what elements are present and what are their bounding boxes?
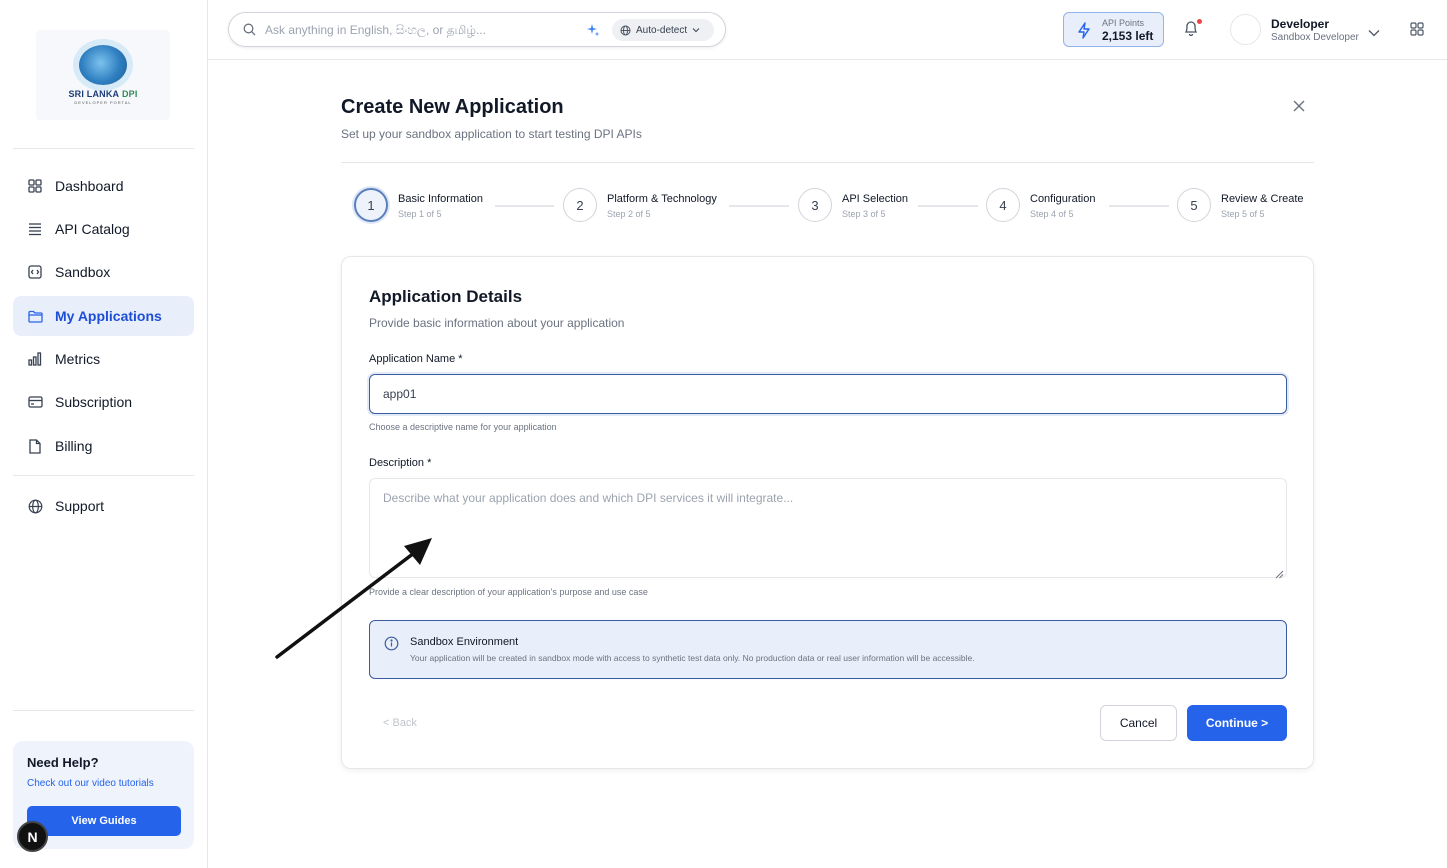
step-connector [495,205,554,207]
continue-button[interactable]: Continue > [1187,705,1287,741]
step-1-title: Basic Information [398,193,483,205]
step-4-sub: Step 4 of 5 [1030,209,1074,219]
page-subtitle: Set up your sandbox application to start… [341,127,642,141]
back-button[interactable]: < Back [383,717,417,729]
sidebar-item-dashboard[interactable]: Dashboard [13,166,194,206]
step-5-circle[interactable]: 5 [1177,188,1211,222]
sidebar-item-label: API Catalog [55,221,130,237]
globe-logo-icon [79,45,127,85]
step-3-sub: Step 3 of 5 [842,209,886,219]
avatar[interactable] [1230,14,1261,45]
sparkle-icon[interactable] [586,23,600,42]
step-2-title: Platform & Technology [607,193,717,205]
view-guides-button[interactable]: View Guides [27,806,181,836]
sidebar-item-label: Dashboard [55,178,124,194]
sidebar-item-label: Metrics [55,351,101,367]
user-role: Sandbox Developer [1271,32,1359,43]
card-subtitle: Provide basic information about your app… [369,316,625,330]
search-bar[interactable]: Auto-detect [228,12,726,47]
application-name-input[interactable] [369,374,1287,414]
description-textarea[interactable] [369,478,1287,578]
sidebar-item-label: Billing [55,438,93,454]
sidebar-item-sandbox[interactable]: Sandbox [13,252,194,292]
api-points-label: API Points [1102,18,1145,28]
credit-card-icon [27,394,43,410]
chevron-down-icon[interactable] [1368,24,1380,42]
search-icon [243,23,256,41]
step-2-sub: Step 2 of 5 [607,209,651,219]
language-label: Auto-detect [636,24,688,36]
top-bar: Auto-detect API Points 2,153 left Develo… [208,0,1447,60]
step-connector [1109,205,1169,207]
file-icon [27,438,43,454]
sidebar-item-label: My Applications [55,308,162,324]
divider [13,710,194,711]
step-5-title: Review & Create [1221,193,1304,205]
step-1-circle[interactable]: 1 [354,188,388,222]
list-stack-icon [27,221,43,237]
logo-text: SRI LANKA DPI [68,89,138,99]
divider [13,148,194,149]
sidebar-item-my-applications[interactable]: My Applications [13,296,194,336]
divider [13,475,194,476]
help-title: Need Help? [27,755,99,770]
sidebar-item-api-catalog[interactable]: API Catalog [13,209,194,249]
description-label: Description * [369,457,432,469]
info-text: Your application will be created in sand… [410,653,975,663]
api-points-badge[interactable]: API Points 2,153 left [1063,12,1164,47]
cancel-button[interactable]: Cancel [1100,705,1177,741]
search-input[interactable] [265,21,575,39]
step-connector [729,205,789,207]
globe-icon [620,25,631,36]
card-title: Application Details [369,287,523,306]
sidebar-item-label: Subscription [55,394,133,410]
resize-handle-icon[interactable] [1275,566,1284,584]
next-dev-badge[interactable]: N [17,821,48,852]
logo-subtext: DEVELOPER PORTAL [74,100,132,105]
language-selector[interactable]: Auto-detect [612,19,714,41]
close-icon[interactable] [1292,99,1306,113]
sidebar-item-metrics[interactable]: Metrics [13,339,194,379]
grid-icon [27,178,43,194]
bar-chart-icon [27,351,43,367]
lightning-icon [1077,22,1091,44]
api-points-value: 2,153 left [1102,29,1154,43]
apps-grid-icon[interactable] [1410,22,1424,41]
code-box-icon [27,264,43,280]
chevron-down-icon [692,27,700,33]
divider [341,162,1314,163]
application-name-label: Application Name * [369,353,463,365]
annotation-arrow-icon [275,538,432,659]
sidebar-item-subscription[interactable]: Subscription [13,382,194,422]
help-subtitle[interactable]: Check out our video tutorials [27,778,180,789]
step-3-circle[interactable]: 3 [798,188,832,222]
step-5-sub: Step 5 of 5 [1221,209,1265,219]
sidebar-item-label: Sandbox [55,264,111,280]
sandbox-info-box: Sandbox Environment Your application wil… [369,620,1287,679]
sidebar-item-label: Support [55,498,105,514]
sidebar-item-support[interactable]: Support [13,486,194,526]
step-4-title: Configuration [1030,193,1096,205]
application-name-help: Choose a descriptive name for your appli… [369,422,557,432]
sidebar: SRI LANKA DPI DEVELOPER PORTAL Dashboard… [0,0,208,868]
sidebar-item-billing[interactable]: Billing [13,426,194,466]
bell-icon[interactable] [1184,20,1198,41]
page-title: Create New Application [341,96,564,118]
step-3-title: API Selection [842,193,909,205]
notification-dot [1197,19,1202,24]
globe-icon [27,498,43,514]
step-1-sub: Step 1 of 5 [398,209,442,219]
folder-icon [27,308,43,324]
user-name[interactable]: Developer [1271,17,1329,31]
step-2-circle[interactable]: 2 [563,188,597,222]
step-4-circle[interactable]: 4 [986,188,1020,222]
step-connector [918,205,978,207]
sri-lanka-dpi-logo[interactable]: SRI LANKA DPI DEVELOPER PORTAL [36,30,170,120]
